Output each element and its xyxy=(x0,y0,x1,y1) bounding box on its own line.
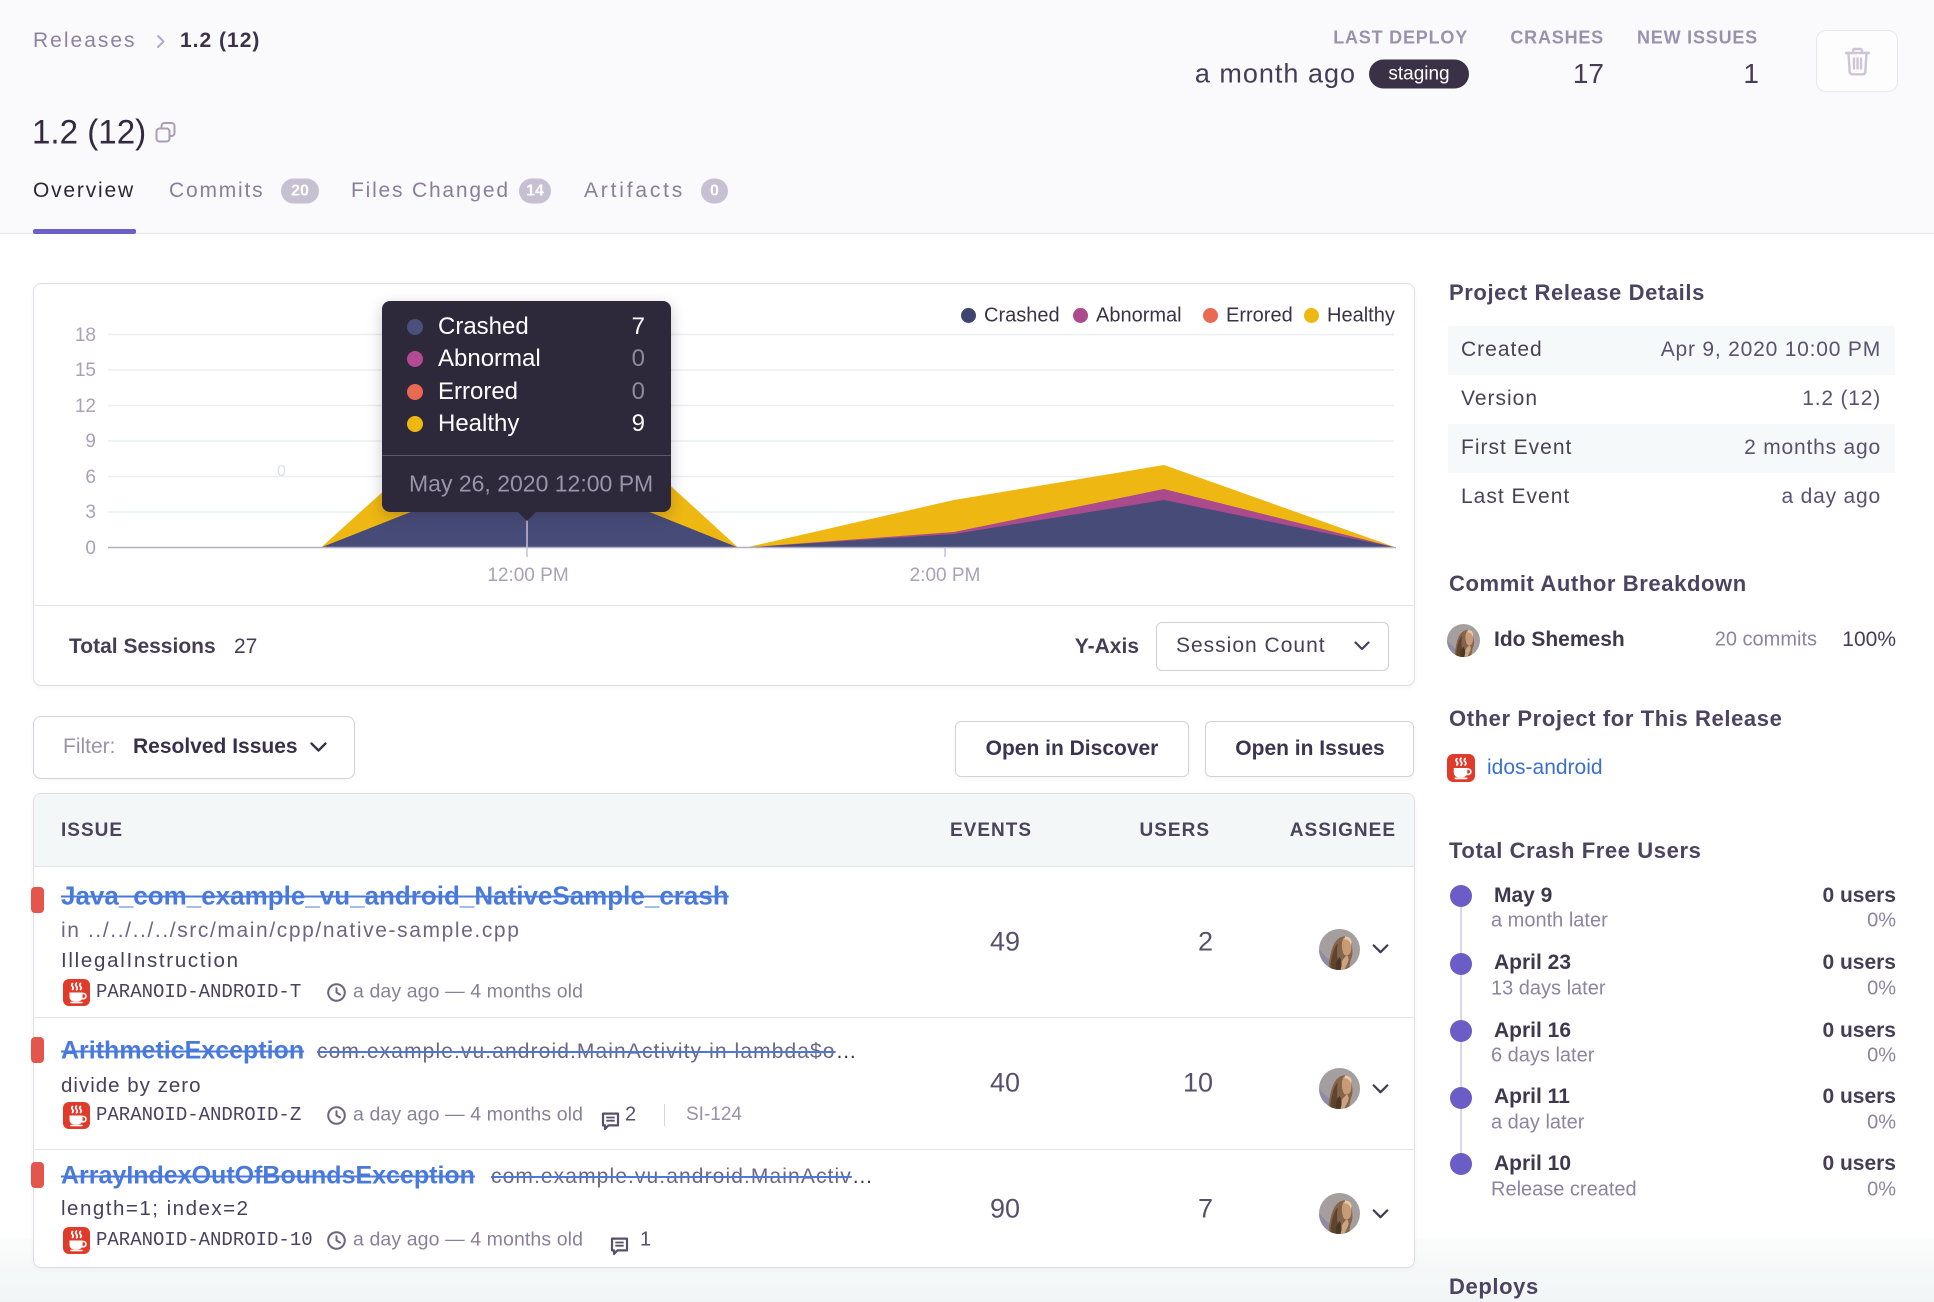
svg-text:6: 6 xyxy=(85,467,96,488)
svg-text:18: 18 xyxy=(75,325,96,346)
svg-text:15: 15 xyxy=(75,360,96,381)
svg-text:12:00 PM: 12:00 PM xyxy=(487,565,568,586)
svg-text:3: 3 xyxy=(85,502,96,523)
svg-text:2:00 PM: 2:00 PM xyxy=(910,565,981,586)
svg-text:9: 9 xyxy=(85,431,96,452)
svg-text:12: 12 xyxy=(75,396,96,417)
svg-text:0: 0 xyxy=(85,538,96,559)
svg-text:0: 0 xyxy=(277,463,286,480)
